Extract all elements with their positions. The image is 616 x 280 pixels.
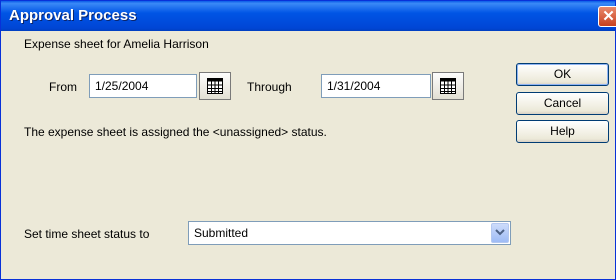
approval-dialog: Approval Process ✕ Expense sheet for Ame… <box>0 0 616 280</box>
expense-sheet-label: Expense sheet for Amelia Harrison <box>24 37 209 51</box>
title-bar[interactable]: Approval Process <box>1 1 615 31</box>
through-date-input[interactable]: 1/31/2004 <box>321 74 431 98</box>
set-status-label: Set time sheet status to <box>24 227 150 241</box>
from-label: From <box>49 80 77 94</box>
help-button[interactable]: Help <box>516 120 609 143</box>
calendar-icon <box>440 78 456 94</box>
status-select[interactable]: Submitted <box>188 221 511 245</box>
status-select-value: Submitted <box>194 226 249 240</box>
status-message: The expense sheet is assigned the <unass… <box>24 125 327 139</box>
dialog-body: Expense sheet for Amelia Harrison From 1… <box>1 31 615 279</box>
window-title: Approval Process <box>9 7 137 24</box>
cancel-button[interactable]: Cancel <box>516 92 609 115</box>
close-icon: ✕ <box>602 8 615 25</box>
status-dropdown-button[interactable] <box>491 223 509 243</box>
from-date-input[interactable]: 1/25/2004 <box>89 74 197 98</box>
calendar-icon <box>207 78 223 94</box>
through-calendar-button[interactable] <box>432 72 464 100</box>
close-button[interactable]: ✕ <box>598 6 616 27</box>
chevron-down-icon <box>495 229 505 236</box>
ok-button[interactable]: OK <box>516 63 609 86</box>
from-calendar-button[interactable] <box>199 72 231 100</box>
through-label: Through <box>247 80 292 94</box>
